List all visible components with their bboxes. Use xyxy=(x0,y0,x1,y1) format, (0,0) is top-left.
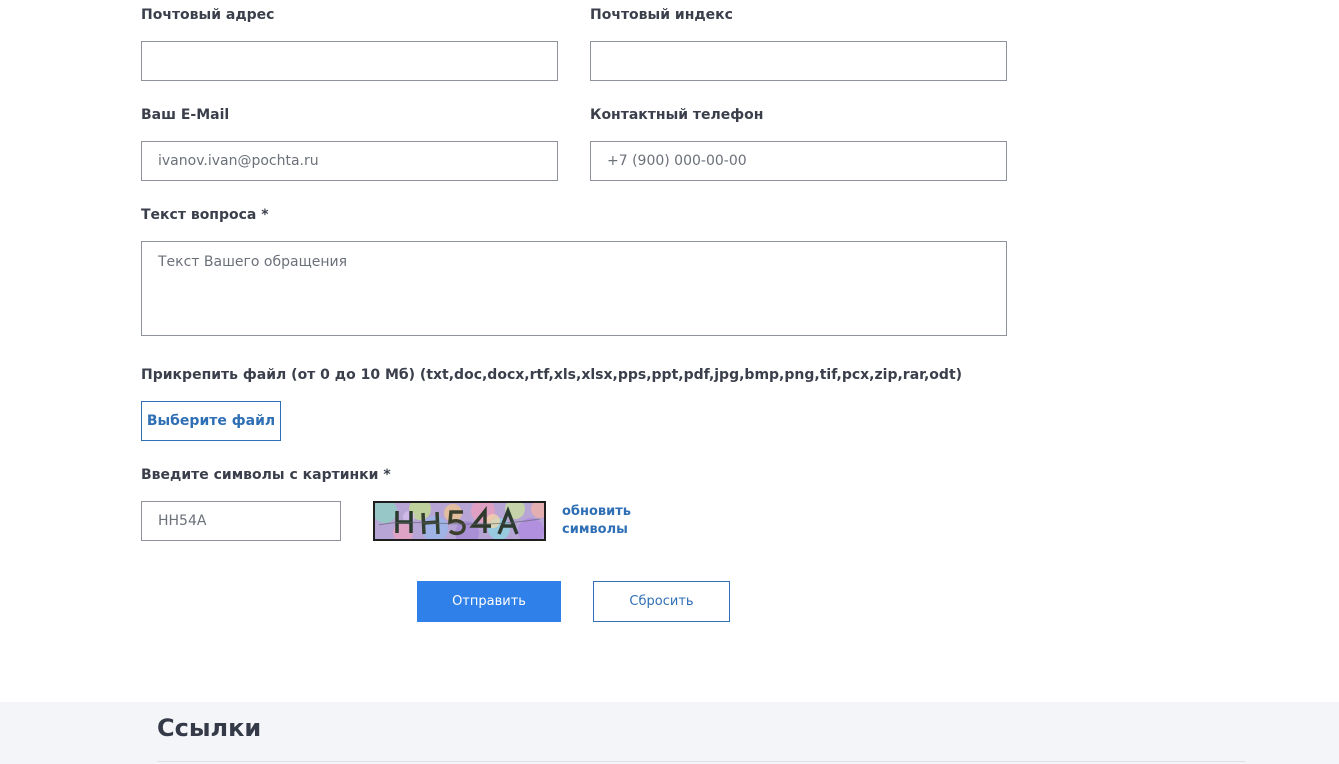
choose-file-button[interactable]: Выберите файл xyxy=(141,401,281,441)
question-label: Текст вопроса * xyxy=(141,207,269,223)
postal-address-input[interactable] xyxy=(141,41,558,81)
footer-links-section: Ссылки xyxy=(0,702,1339,764)
reset-button[interactable]: Сбросить xyxy=(593,581,730,622)
postal-code-input[interactable] xyxy=(590,41,1007,81)
phone-input[interactable] xyxy=(590,141,1007,181)
refresh-captcha-link[interactable]: обновить символы xyxy=(562,503,652,539)
phone-label: Контактный телефон xyxy=(590,107,764,123)
footer-divider xyxy=(157,761,1245,762)
question-textarea[interactable] xyxy=(141,241,1007,336)
submit-button[interactable]: Отправить xyxy=(417,581,561,622)
captcha-input[interactable] xyxy=(141,501,341,541)
captcha-label: Введите символы с картинки * xyxy=(141,467,391,483)
captcha-image xyxy=(373,501,546,541)
email-input[interactable] xyxy=(141,141,558,181)
postal-code-label: Почтовый индекс xyxy=(590,7,733,23)
postal-address-label: Почтовый адрес xyxy=(141,7,275,23)
captcha-noise-graphic xyxy=(375,503,544,539)
email-label: Ваш E-Mail xyxy=(141,107,230,123)
attachment-label: Прикрепить файл (от 0 до 10 Мб) (txt,doc… xyxy=(141,367,963,383)
footer-title: Ссылки xyxy=(157,714,262,742)
